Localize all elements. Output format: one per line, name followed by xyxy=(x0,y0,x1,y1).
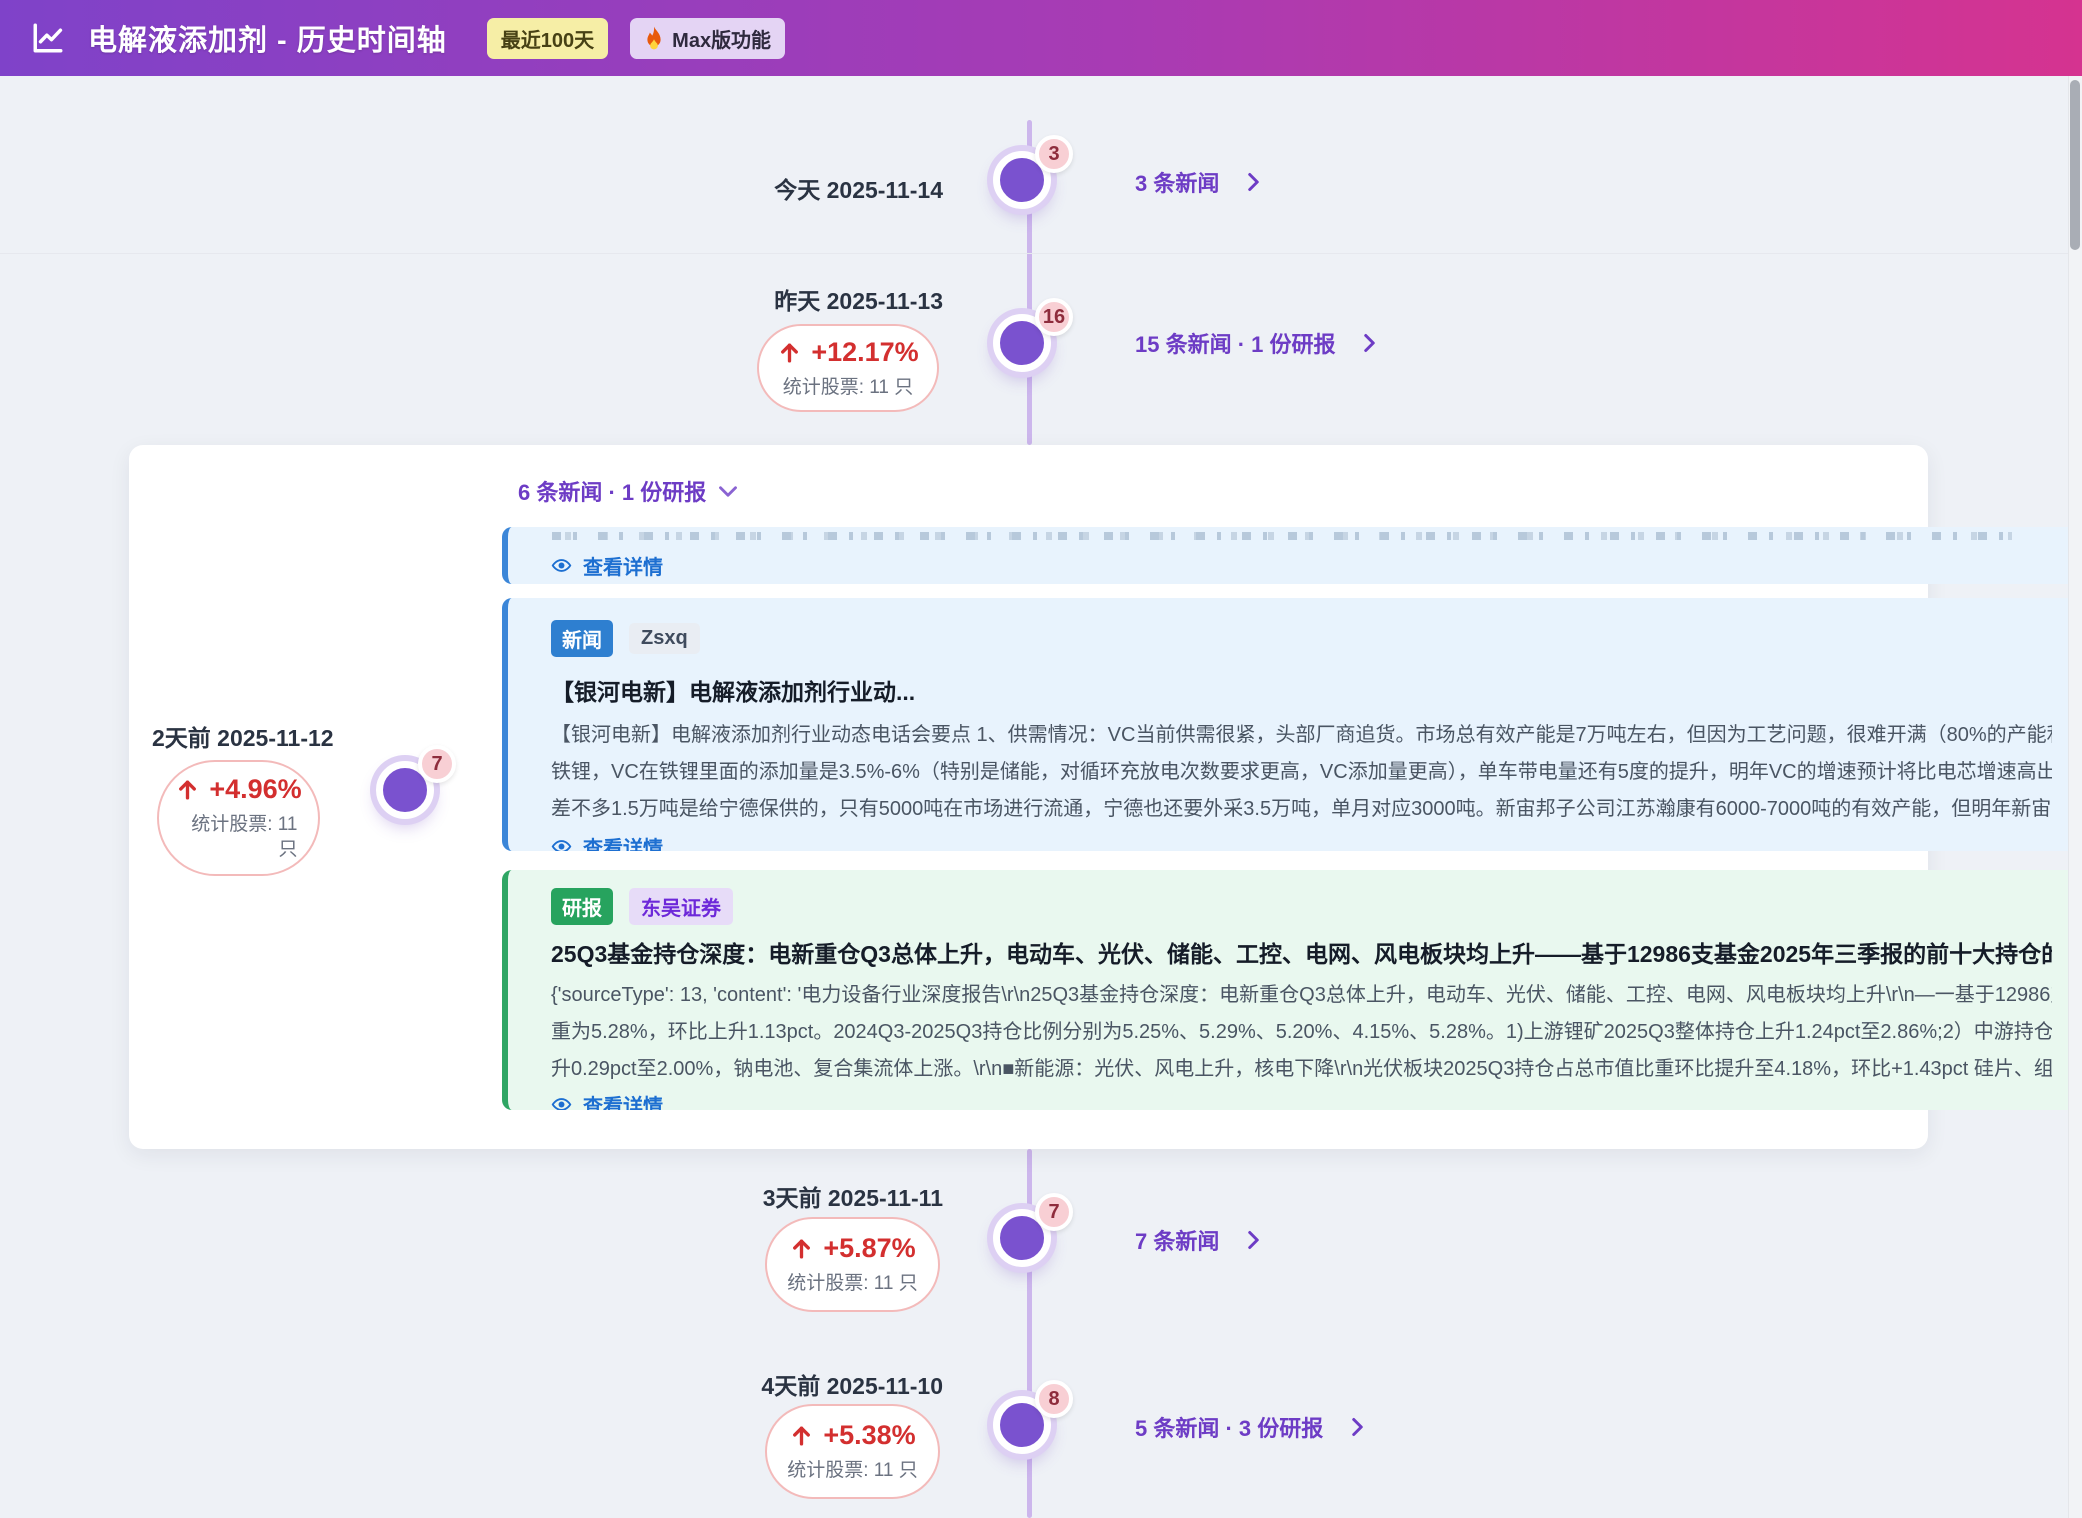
news-card: 新闻 Zsxq 【银河电新】电解液添加剂行业动... 【银河电新】电解液添加剂行… xyxy=(502,598,2082,851)
chevron-right-icon xyxy=(1247,1230,1260,1250)
entry-date: 今天 2025-11-14 xyxy=(774,171,943,205)
report-title[interactable]: 25Q3基金持仓深度：电新重仓Q3总体上升，电动车、光伏、储能、工控、电网、风电… xyxy=(551,935,2052,969)
eye-icon xyxy=(551,1094,572,1110)
chevron-down-icon xyxy=(718,485,738,498)
change-percent: +4.96% xyxy=(209,774,301,805)
entry-date: 2天前 2025-11-12 xyxy=(152,719,334,753)
view-details-link[interactable]: 查看详情 xyxy=(551,1090,2052,1110)
change-percent: +5.38% xyxy=(823,1420,915,1451)
range-badge[interactable]: 最近100天 xyxy=(487,18,608,59)
change-pill: +5.38% 统计股票: 11 只 xyxy=(765,1404,940,1499)
up-arrow-icon xyxy=(789,1423,814,1448)
news-body-line: 差不多1.5万吨是给宁德保供的，只有5000吨在市场进行流通，宁德也还要外采3.… xyxy=(551,791,2052,828)
type-badge-news: 新闻 xyxy=(551,620,613,657)
change-pill: +5.87% 统计股票: 11 只 xyxy=(765,1217,940,1312)
entry-news-link[interactable]: 5 条新闻 · 3 份研报 xyxy=(1135,1411,1364,1443)
timeline-page: 电解液添加剂 - 历史时间轴 最近100天 Max版功能 今天 2025-11-… xyxy=(0,0,2082,1518)
change-pill: +4.96% 统计股票: 11 只 xyxy=(157,760,320,876)
news-title[interactable]: 【银河电新】电解液添加剂行业动... xyxy=(551,673,2052,707)
count-badge: 7 xyxy=(418,745,456,783)
view-details-link[interactable]: 查看详情 xyxy=(551,551,2052,580)
page-title: 电解液添加剂 - 历史时间轴 xyxy=(88,17,447,59)
chevron-right-icon xyxy=(1247,172,1260,192)
entry-date: 3天前 2025-11-11 xyxy=(763,1179,943,1213)
up-arrow-icon xyxy=(789,1236,814,1261)
header-bar: 电解液添加剂 - 历史时间轴 最近100天 Max版功能 xyxy=(0,0,2082,76)
report-body-line: {'sourceType': 13, 'content': '电力设备行业深度报… xyxy=(551,977,2052,1014)
count-badge: 3 xyxy=(1035,135,1073,173)
fire-icon xyxy=(644,26,664,50)
stats-label: 统计股票: 11 只 xyxy=(787,1458,918,1483)
change-percent: +12.17% xyxy=(811,337,918,368)
max-feature-badge: Max版功能 xyxy=(630,18,785,59)
row-divider xyxy=(0,253,2082,254)
count-badge: 16 xyxy=(1035,298,1073,336)
news-body-line: 铁锂，VC在铁锂里面的添加量是3.5%-6%（特别是储能，对循环充放电次数要求更… xyxy=(551,754,2052,791)
line-chart-icon xyxy=(30,20,66,56)
clipped-text-sliver xyxy=(552,532,2012,540)
entry-date: 昨天 2025-11-13 xyxy=(774,282,943,316)
report-card: 研报 东吴证券 25Q3基金持仓深度：电新重仓Q3总体上升，电动车、光伏、储能、… xyxy=(502,870,2082,1110)
entry-date: 4天前 2025-11-10 xyxy=(761,1367,943,1401)
change-percent: +5.87% xyxy=(823,1233,915,1264)
type-badge-report: 研报 xyxy=(551,888,613,925)
stats-label: 统计股票: 11 只 xyxy=(783,375,914,400)
stats-label: 统计股票: 11 只 xyxy=(787,1271,918,1296)
report-body-line: 重为5.28%，环比上升1.13pct。2024Q3-2025Q3持仓比例分别为… xyxy=(551,1014,2052,1051)
eye-icon xyxy=(551,836,572,851)
stats-label: 统计股票: 11 只 xyxy=(180,812,298,862)
eye-icon xyxy=(551,555,572,576)
max-feature-label: Max版功能 xyxy=(672,24,771,53)
day-summary-toggle[interactable]: 6 条新闻 · 1 份研报 xyxy=(518,475,738,507)
news-body-line: 【银河电新】电解液添加剂行业动态电话会要点 1、供需情况：VC当前供需很紧，头部… xyxy=(551,717,2052,754)
view-details-link[interactable]: 查看详情 xyxy=(551,832,2052,851)
chevron-right-icon xyxy=(1363,333,1376,353)
timeline-line-lower xyxy=(1027,1149,1032,1518)
source-badge: Zsxq xyxy=(629,623,700,654)
change-pill: +12.17% 统计股票: 11 只 xyxy=(757,324,939,412)
count-badge: 8 xyxy=(1035,1380,1073,1418)
scrollbar-thumb[interactable] xyxy=(2070,80,2080,250)
up-arrow-icon xyxy=(175,777,200,802)
scrollbar-track[interactable] xyxy=(2068,76,2082,1518)
entry-news-link[interactable]: 3 条新闻 xyxy=(1135,166,1260,198)
entry-news-link[interactable]: 15 条新闻 · 1 份研报 xyxy=(1135,327,1376,359)
count-badge: 7 xyxy=(1035,1193,1073,1231)
news-card-clipped: 查看详情 xyxy=(502,527,2082,584)
source-badge: 东吴证券 xyxy=(629,888,733,925)
up-arrow-icon xyxy=(777,340,802,365)
entry-news-link[interactable]: 7 条新闻 xyxy=(1135,1224,1260,1256)
chevron-right-icon xyxy=(1351,1417,1364,1437)
report-body-line: 升0.29pct至2.00%，钠电池、复合集流体上涨。\r\n■新能源：光伏、风… xyxy=(551,1051,2052,1088)
